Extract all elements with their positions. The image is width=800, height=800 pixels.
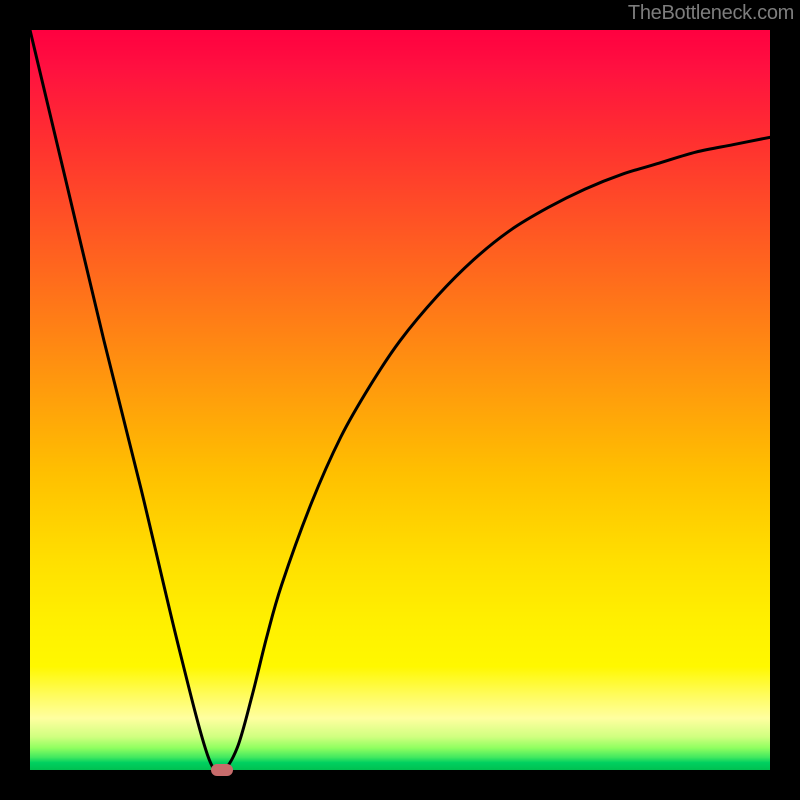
- minimum-marker: [211, 764, 233, 776]
- chart-frame: TheBottleneck.com: [0, 0, 800, 800]
- watermark-text: TheBottleneck.com: [628, 2, 794, 25]
- plot-gradient-background: [30, 30, 770, 770]
